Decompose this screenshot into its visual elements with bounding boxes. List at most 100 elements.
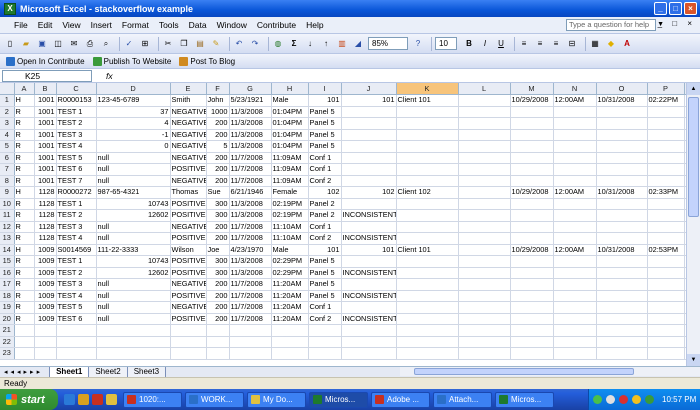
- cell[interactable]: 111-22-3333: [96, 244, 171, 256]
- cell[interactable]: [553, 324, 597, 337]
- cell[interactable]: [647, 336, 685, 348]
- cell[interactable]: [596, 117, 648, 130]
- cell[interactable]: Conf 1: [308, 301, 342, 314]
- cell[interactable]: [510, 117, 554, 130]
- cell[interactable]: [510, 347, 554, 360]
- cell[interactable]: [647, 129, 685, 141]
- cell[interactable]: 02:19PM: [271, 198, 309, 210]
- cell[interactable]: 1001: [34, 129, 57, 141]
- cell[interactable]: [308, 324, 342, 337]
- cell[interactable]: [341, 152, 397, 164]
- cell[interactable]: [229, 347, 272, 360]
- workbook-controls[interactable]: _ □ ×: [658, 19, 696, 28]
- cell[interactable]: [396, 278, 459, 291]
- cell[interactable]: [396, 232, 459, 245]
- cell[interactable]: Thomas: [170, 186, 207, 199]
- cell[interactable]: 10743: [96, 255, 171, 268]
- column-header-p[interactable]: P: [647, 83, 685, 95]
- cell[interactable]: [596, 163, 648, 176]
- cell[interactable]: 1009: [34, 301, 57, 314]
- column-header-i[interactable]: I: [308, 83, 342, 95]
- cell[interactable]: [596, 232, 648, 245]
- cell[interactable]: [596, 129, 648, 141]
- sheet-nav-arrows[interactable]: ◂◂◂▸▸▸: [4, 368, 43, 376]
- cell[interactable]: R: [14, 163, 35, 176]
- cell[interactable]: John: [206, 94, 230, 107]
- cell[interactable]: NEGATIVE: [170, 301, 207, 314]
- cell[interactable]: [458, 267, 511, 279]
- cell[interactable]: 11/3/2008: [229, 255, 272, 268]
- cell[interactable]: 1001: [34, 94, 57, 107]
- cell[interactable]: [458, 94, 511, 107]
- cell[interactable]: 11/7/2008: [229, 313, 272, 325]
- cell[interactable]: null: [96, 221, 171, 233]
- cell[interactable]: TEST 1: [56, 106, 97, 118]
- font-size-select[interactable]: 10: [435, 37, 457, 50]
- cell[interactable]: [341, 336, 397, 348]
- cell[interactable]: Joe: [206, 244, 230, 256]
- cell[interactable]: 1009: [34, 244, 57, 256]
- cell[interactable]: [396, 140, 459, 153]
- row-header[interactable]: 8: [0, 175, 15, 187]
- cell[interactable]: INCONSISTENT: [341, 209, 397, 222]
- cell[interactable]: 02:22PM: [647, 94, 685, 107]
- cell[interactable]: 11/3/2008: [229, 209, 272, 222]
- cell[interactable]: [553, 255, 597, 268]
- cell[interactable]: 200: [206, 313, 230, 325]
- cell[interactable]: [396, 129, 459, 141]
- cell[interactable]: 4/23/1970: [229, 244, 272, 256]
- cell[interactable]: null: [96, 290, 171, 302]
- cell[interactable]: Male: [271, 244, 309, 256]
- cell[interactable]: [396, 324, 459, 337]
- row-header[interactable]: 22: [0, 336, 15, 348]
- cell[interactable]: [396, 117, 459, 130]
- cell[interactable]: [510, 336, 554, 348]
- cell[interactable]: Panel 5: [308, 129, 342, 141]
- column-header-l[interactable]: L: [458, 83, 511, 95]
- cell[interactable]: 102: [341, 186, 397, 199]
- cell[interactable]: 987-65-4321: [96, 186, 171, 199]
- volume-icon[interactable]: [606, 395, 615, 404]
- cell[interactable]: 4: [96, 117, 171, 130]
- cell[interactable]: R: [14, 290, 35, 302]
- menu-item-tools[interactable]: Tools: [159, 20, 179, 30]
- cell[interactable]: 1001: [34, 106, 57, 118]
- cell[interactable]: [647, 267, 685, 279]
- fill-color-icon[interactable]: ◆: [605, 38, 617, 50]
- cell[interactable]: [34, 347, 57, 360]
- cell[interactable]: 1128: [34, 198, 57, 210]
- cell[interactable]: [510, 175, 554, 187]
- column-header-d[interactable]: D: [96, 83, 171, 95]
- cell[interactable]: Panel 2: [308, 198, 342, 210]
- cell[interactable]: POSITIVE: [170, 267, 207, 279]
- cell[interactable]: 01:04PM: [271, 106, 309, 118]
- cell[interactable]: 10/31/2008: [596, 186, 648, 199]
- cell[interactable]: [596, 152, 648, 164]
- cell[interactable]: Panel 5: [308, 140, 342, 153]
- cell[interactable]: 10/29/2008: [510, 186, 554, 199]
- chart-wizard-icon[interactable]: ▥: [336, 38, 348, 50]
- row-header[interactable]: 5: [0, 140, 15, 153]
- cell[interactable]: [458, 324, 511, 337]
- cell[interactable]: 11/7/2008: [229, 221, 272, 233]
- folder-icon[interactable]: [106, 394, 117, 405]
- cell[interactable]: [553, 301, 597, 314]
- cell[interactable]: [553, 313, 597, 325]
- cell[interactable]: Client 102: [396, 186, 459, 199]
- cell[interactable]: TEST 1: [56, 198, 97, 210]
- cell[interactable]: 1009: [34, 313, 57, 325]
- menu-item-contribute[interactable]: Contribute: [257, 20, 296, 30]
- cell[interactable]: [458, 313, 511, 325]
- cell[interactable]: 102: [308, 186, 342, 199]
- open-icon[interactable]: ▰: [20, 38, 32, 50]
- cell[interactable]: 11/7/2008: [229, 290, 272, 302]
- cell[interactable]: [341, 221, 397, 233]
- cell[interactable]: 1001: [34, 140, 57, 153]
- paste-icon[interactable]: ▤: [194, 38, 206, 50]
- cell[interactable]: [510, 313, 554, 325]
- cell[interactable]: R: [14, 106, 35, 118]
- maximize-button[interactable]: □: [669, 2, 682, 15]
- cell[interactable]: null: [96, 301, 171, 314]
- cell[interactable]: [553, 117, 597, 130]
- cell[interactable]: [271, 336, 309, 348]
